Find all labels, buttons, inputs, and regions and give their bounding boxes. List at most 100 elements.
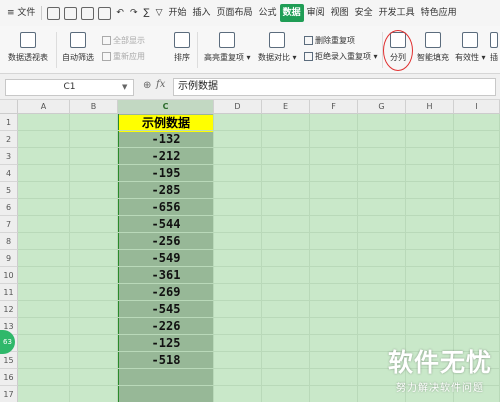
column-header-f[interactable]: F [310,100,358,114]
print-preview-icon[interactable] [98,6,112,20]
cell-c14[interactable]: -125 [119,335,213,352]
show-all-label: 全部显示 [113,36,145,45]
reject-duplicates-label: 拒绝录入重复项 ▾ [315,52,378,61]
highlight-duplicates-button[interactable]: 高亮重复项 ▾ [204,32,251,63]
row-header-17[interactable]: 17 [0,386,18,402]
column-header-g[interactable]: G [358,100,406,114]
file-menu[interactable]: ≡ 文件 [4,4,38,22]
gridline-horizontal [18,198,500,199]
tab-start[interactable]: 开始 [166,4,190,22]
gridline-horizontal [18,266,500,267]
gridline-horizontal [18,232,500,233]
row-header-9[interactable]: 9 [0,250,18,267]
name-box[interactable]: C1 [5,79,134,96]
gridline-horizontal [18,249,500,250]
show-all-button[interactable]: 全部显示 [102,35,145,46]
column-header-b[interactable]: B [70,100,118,114]
print-icon[interactable] [81,6,95,20]
tab-formulas[interactable]: 公式 [256,4,280,22]
open-folder-icon[interactable] [47,6,61,20]
autofilter-button[interactable]: 自动筛选 [62,32,94,63]
reapply-button[interactable]: 重新应用 [102,51,145,62]
validity-icon [462,32,479,48]
spreadsheet-grid[interactable]: 示例数据 ABCDEFGHIJ 123456789101112131415161… [0,100,500,402]
cell-c11[interactable]: -269 [119,284,213,301]
cell-c9[interactable]: -549 [119,250,213,267]
row-header-10[interactable]: 10 [0,267,18,284]
gridline-horizontal [18,147,500,148]
row-header-11[interactable]: 11 [0,284,18,301]
column-header-d[interactable]: D [214,100,262,114]
row-header-3[interactable]: 3 [0,148,18,165]
ribbon-separator [56,32,57,68]
tab-security[interactable]: 安全 [352,4,376,22]
column-header-a[interactable]: A [18,100,70,114]
watermark-main: 软件无忧 [387,348,492,377]
reject-duplicates-button[interactable]: 拒绝录入重复项 ▾ [304,51,378,62]
funnel-icon [70,32,86,48]
data-compare-button[interactable]: 数据对比 ▾ [258,32,297,63]
cell-c2[interactable]: -132 [119,131,213,148]
gridline-vertical [357,114,358,402]
undo-icon[interactable]: ↶ [113,4,127,22]
show-all-icon [102,36,111,45]
validity-button[interactable]: 有效性 ▾ [455,32,486,63]
tab-view[interactable]: 视图 [328,4,352,22]
row-header-2[interactable]: 2 [0,131,18,148]
row-header-6[interactable]: 6 [0,199,18,216]
name-box-dropdown-icon[interactable]: ▼ [122,79,127,96]
gridline-vertical [261,114,262,402]
cell-c3[interactable]: -212 [119,148,213,165]
tab-developer[interactable]: 开发工具 [376,4,418,22]
cell-c10[interactable]: -361 [119,267,213,284]
pivot-table-icon [20,32,36,48]
row-header-1[interactable]: 1 [0,114,18,131]
smart-fill-icon [425,32,441,48]
tab-special-apps[interactable]: 特色应用 [418,4,460,22]
cell-c15[interactable]: -518 [119,352,213,369]
tab-insert[interactable]: 插入 [190,4,214,22]
validity-label: 有效性 ▾ [455,53,486,62]
formula-bar: C1 ▼ ⊕ fx 示例数据 [0,74,500,100]
formula-input[interactable]: 示例数据 [173,78,496,96]
save-icon[interactable] [64,6,78,20]
cell-c7[interactable]: -544 [119,216,213,233]
row-header-8[interactable]: 8 [0,233,18,250]
zoom-icon[interactable]: ⊕ [143,80,151,91]
row-header-16[interactable]: 16 [0,369,18,386]
sort-button[interactable]: 排序 [174,32,190,63]
cell-c4[interactable]: -195 [119,165,213,182]
redo-icon[interactable]: ↷ [127,4,141,22]
cell-c5[interactable]: -285 [119,182,213,199]
pivot-table-button[interactable]: 数据透视表 [8,32,48,63]
column-header-c[interactable]: C [118,100,214,114]
remove-duplicates-label: 删除重复项 [315,36,355,45]
row-header-12[interactable]: 12 [0,301,18,318]
row-header-7[interactable]: 7 [0,216,18,233]
select-all-corner[interactable] [0,100,18,114]
sum-icon[interactable]: ∑ [141,4,153,22]
column-header-i[interactable]: I [454,100,500,114]
cell-c12[interactable]: -545 [119,301,213,318]
tab-review[interactable]: 审阅 [304,4,328,22]
column-header-e[interactable]: E [262,100,310,114]
menu-separator [41,6,43,20]
smart-fill-button[interactable]: 智能填充 [417,32,449,63]
cell-c13[interactable]: -226 [119,318,213,335]
cell-c6[interactable]: -656 [119,199,213,216]
gridline-horizontal [18,164,500,165]
sort-label: 排序 [174,53,190,62]
autofilter-label: 自动筛选 [62,53,94,62]
annotation-circle [383,30,413,71]
remove-duplicates-button[interactable]: 删除重复项 [304,35,355,46]
fx-label[interactable]: fx [156,79,165,90]
tab-page-layout[interactable]: 页面布局 [214,4,256,22]
cell-c8[interactable]: -256 [119,233,213,250]
filter-icon[interactable]: ▽ [153,4,166,22]
insert-dropdown-button[interactable]: 插 [490,32,498,63]
row-header-5[interactable]: 5 [0,182,18,199]
tab-data[interactable]: 数据 [279,4,304,22]
row-header-15[interactable]: 15 [0,352,18,369]
column-header-h[interactable]: H [406,100,454,114]
row-header-4[interactable]: 4 [0,165,18,182]
